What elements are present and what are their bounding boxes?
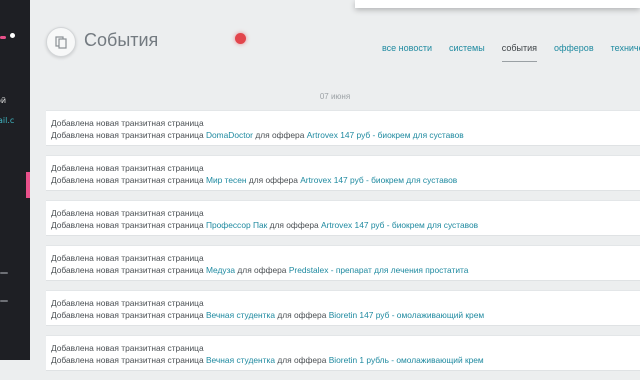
tab-offers[interactable]: офферов: [554, 43, 594, 61]
tab-technical[interactable]: техническ: [611, 43, 640, 61]
event-item: Добавлена новая транзитная страница Доба…: [46, 290, 640, 326]
event-item: Добавлена новая транзитная страница Доба…: [46, 155, 640, 191]
event-mid: для оффера: [255, 130, 305, 140]
event-prefix: Добавлена новая транзитная страница: [51, 265, 204, 275]
event-list: Добавлена новая транзитная страница Доба…: [46, 110, 640, 380]
user-name: ой: [0, 96, 7, 105]
event-item: Добавлена новая транзитная страница Доба…: [46, 110, 640, 146]
sidebar: ой ail.c: [0, 0, 30, 360]
tab-all-news[interactable]: все новости: [382, 43, 432, 61]
event-title: Добавлена новая транзитная страница: [51, 253, 204, 263]
offer-link[interactable]: Artrovex 147 руб - биокрем для суставов: [300, 175, 457, 185]
news-tabs: все новости системы события офферов техничес…: [382, 36, 640, 62]
event-mid: для оффера: [277, 310, 327, 320]
event-item: Добавлена новая транзитная страница Доба…: [46, 335, 640, 371]
logo-dot-icon: [10, 33, 15, 38]
event-title: Добавлена новая транзитная страница: [51, 208, 204, 218]
page-title: События: [84, 30, 159, 50]
sidebar-item[interactable]: [0, 272, 8, 274]
event-text: Добавлена новая транзитная страница Вечн…: [51, 354, 640, 366]
event-title: Добавлена новая транзитная страница: [51, 163, 204, 173]
tab-system[interactable]: системы: [449, 43, 485, 61]
mouse-cursor-indicator: [235, 33, 246, 44]
date-separator: 07 июня: [319, 92, 351, 101]
event-mid: для оффера: [237, 265, 287, 275]
transit-page-link[interactable]: Мир тесен: [206, 175, 247, 185]
transit-page-link[interactable]: Вечная студентка: [206, 310, 275, 320]
event-text: Добавлена новая транзитная страница Меду…: [51, 264, 640, 276]
transit-page-link[interactable]: DomaDoctor: [206, 130, 253, 140]
offer-link[interactable]: Artrovex 147 руб - биокрем для суставов: [307, 130, 464, 140]
event-text: Добавлена новая транзитная страница Doma…: [51, 129, 640, 141]
offer-link[interactable]: Artrovex 147 руб - биокрем для суставов: [321, 220, 478, 230]
tab-events[interactable]: события: [501, 43, 537, 62]
logo-mark: [0, 36, 6, 39]
event-prefix: Добавлена новая транзитная страница: [51, 130, 204, 140]
sidebar-active-indicator: [26, 172, 30, 198]
copy-icon: [46, 27, 76, 57]
transit-page-link[interactable]: Профессор Пак: [206, 220, 267, 230]
transit-page-link[interactable]: Вечная студентка: [206, 355, 275, 365]
offer-link[interactable]: Bioretin 1 рубль - омолаживающий крем: [329, 355, 484, 365]
event-title: Добавлена новая транзитная страница: [51, 343, 204, 353]
offer-link[interactable]: Bioretin 147 руб - омолаживающий крем: [329, 310, 484, 320]
event-text: Добавлена новая транзитная страница Проф…: [51, 219, 640, 231]
event-prefix: Добавлена новая транзитная страница: [51, 220, 204, 230]
event-text: Добавлена новая транзитная страница Мир …: [51, 174, 640, 186]
event-title: Добавлена новая транзитная страница: [51, 298, 204, 308]
transit-page-link[interactable]: Медуза: [206, 265, 235, 275]
offer-link[interactable]: Predstalex - препарат для лечения проста…: [289, 265, 469, 275]
event-item: Добавлена новая транзитная страница Доба…: [46, 245, 640, 281]
event-prefix: Добавлена новая транзитная страница: [51, 355, 204, 365]
user-email[interactable]: ail.c: [0, 116, 14, 125]
event-mid: для оффера: [277, 355, 327, 365]
event-mid: для оффера: [248, 175, 298, 185]
page-header: События все новости системы события офферов…: [30, 0, 640, 86]
event-text: Добавлена новая транзитная страница Вечн…: [51, 309, 640, 321]
event-title: Добавлена новая транзитная страница: [51, 118, 204, 128]
sidebar-item[interactable]: [0, 300, 8, 302]
event-prefix: Добавлена новая транзитная страница: [51, 310, 204, 320]
event-prefix: Добавлена новая транзитная страница: [51, 175, 204, 185]
event-mid: для оффера: [269, 220, 319, 230]
event-item: Добавлена новая транзитная страница Доба…: [46, 200, 640, 236]
